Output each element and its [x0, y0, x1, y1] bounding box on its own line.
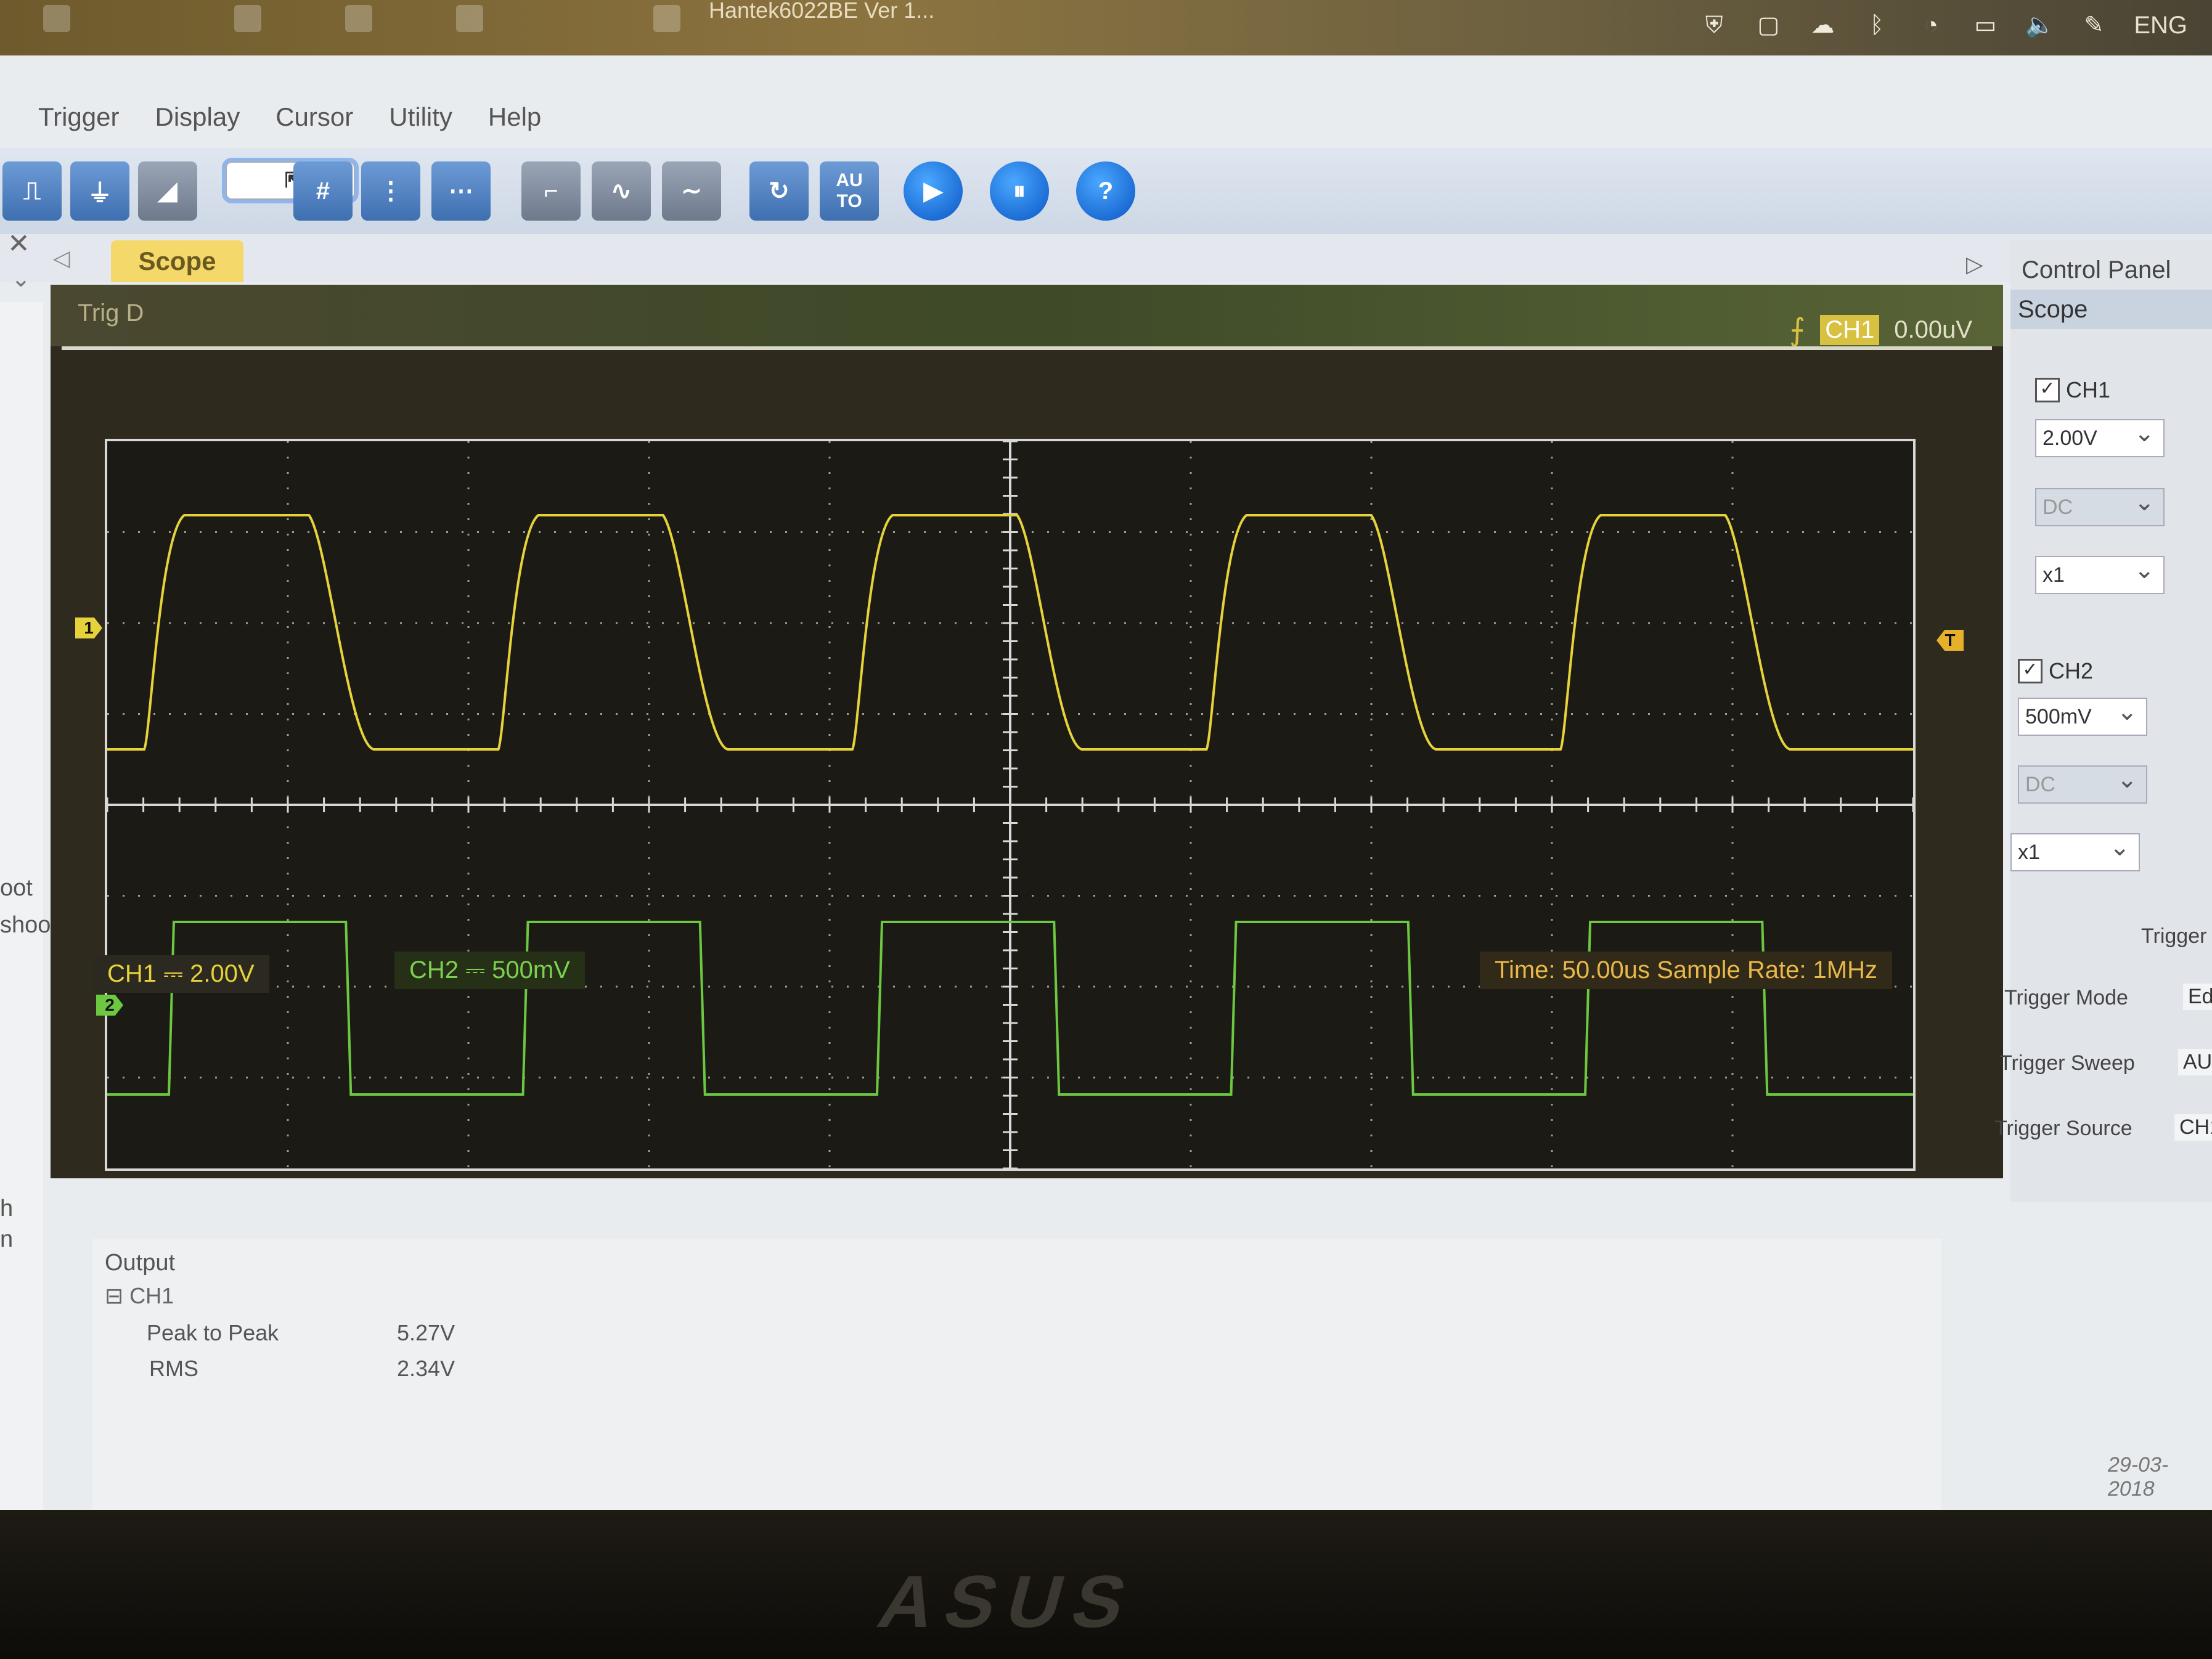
- taskbar-app-icon[interactable]: [345, 5, 372, 32]
- left-panel: oot shoot h n: [0, 302, 57, 1510]
- waveform-canvas: [107, 441, 1913, 1168]
- left-panel-item[interactable]: n: [0, 1226, 13, 1253]
- system-tray: ⛨ ▢ ☁ ᛒ ◔ ▭ 🔈 ✎ ENG: [1700, 11, 2187, 39]
- checkmark-icon: ✓: [2018, 659, 2043, 683]
- ch2-probe-select[interactable]: x1: [2010, 830, 2140, 871]
- output-heading: Output: [105, 1250, 176, 1276]
- output-channel-label: CH1: [129, 1283, 174, 1308]
- menu-display[interactable]: Display: [155, 102, 240, 132]
- cloud-icon[interactable]: ☁: [1808, 11, 1837, 39]
- taskbar-app-icon[interactable]: [234, 5, 261, 32]
- output-panel: Output ⊟ CH1 Peak to Peak 5.27V RMS 2.34…: [92, 1239, 1941, 1535]
- refresh-icon[interactable]: ↻: [749, 161, 809, 221]
- ch1-volts-select[interactable]: 2.00V: [2035, 415, 2165, 457]
- output-channel-node[interactable]: ⊟ CH1: [105, 1283, 174, 1309]
- scope-header: Trig D ⨍ CH1 0.00uV: [51, 285, 2003, 348]
- language-indicator[interactable]: ENG: [2134, 11, 2187, 39]
- tab-scroll-left-icon[interactable]: ◁: [53, 245, 70, 271]
- left-panel-item[interactable]: h: [0, 1196, 13, 1222]
- menu-utility[interactable]: Utility: [389, 102, 452, 132]
- desktop-date: 29-03-2018: [2108, 1453, 2169, 1501]
- trigger-source-label: Trigger Source: [1994, 1117, 2132, 1140]
- app-window: Trigger Display Cursor Utility Help ⎍ ⏚ …: [0, 55, 2212, 1535]
- tab-scroll-right-icon[interactable]: ▷: [1966, 251, 1983, 277]
- chevron-down-icon[interactable]: ⌄: [11, 265, 31, 293]
- menu-help[interactable]: Help: [488, 102, 541, 132]
- trigger-level: 0.00uV: [1894, 316, 1972, 343]
- scope-display: Trig D ⨍ CH1 0.00uV 1 2 T: [51, 285, 2003, 1178]
- sine-wave-icon[interactable]: ∼: [662, 161, 721, 221]
- trigger-sweep-label: Trigger Sweep: [1999, 1051, 2135, 1075]
- trigger-level-marker[interactable]: T: [1937, 630, 1964, 651]
- toolbar: ⎍ ⏚ ◢ ⇱ # ⋮ ⋯ ⌐ ∿ ∼ ↻ AU TO ▶ ⏸ ?: [0, 148, 2212, 234]
- taskbar-app-icon[interactable]: [653, 5, 680, 32]
- scope-status-bar: CH1 ⎓ 2.00V CH2 ⎓ 500mV Time: 50.00us Sa…: [92, 952, 1892, 1000]
- taskbar-active-app-title[interactable]: Hantek6022BE Ver 1...: [709, 0, 934, 22]
- ch1-probe-select[interactable]: x1: [2035, 552, 2165, 594]
- ch1-enable-checkbox[interactable]: ✓ CH1: [2035, 377, 2110, 403]
- measurement-value: 5.27V: [397, 1320, 455, 1345]
- volume-icon[interactable]: 🔈: [2025, 11, 2054, 39]
- tab-bar: [0, 234, 2212, 282]
- asus-logo: ASUS: [870, 1560, 1148, 1643]
- rising-edge-trigger-icon: ⨍: [1789, 312, 1806, 347]
- ch1-coupling-select[interactable]: DC: [2035, 484, 2165, 526]
- ramp-icon[interactable]: ◢: [138, 161, 197, 221]
- ch1-label: CH1: [2066, 377, 2111, 402]
- horizontal-cursor-icon[interactable]: ⋯: [431, 161, 491, 221]
- window-icon[interactable]: ▢: [1754, 11, 1782, 39]
- close-icon[interactable]: ✕: [7, 228, 30, 259]
- checkmark-icon: ✓: [2035, 378, 2060, 402]
- rising-edge-icon[interactable]: ⎍: [2, 161, 62, 221]
- tab-scope[interactable]: Scope: [111, 240, 243, 282]
- vertical-cursor-icon[interactable]: ⋮: [361, 161, 420, 221]
- windows-taskbar: Hantek6022BE Ver 1... ⛨ ▢ ☁ ᛒ ◔ ▭ 🔈 ✎ EN…: [0, 0, 2212, 55]
- taskbar-app-icon[interactable]: [43, 5, 70, 32]
- waveform-grid[interactable]: [105, 439, 1916, 1171]
- measurement-value: 2.34V: [397, 1356, 455, 1381]
- left-panel-item[interactable]: oot: [0, 875, 33, 902]
- trigger-readout: ⨍ CH1 0.00uV: [1789, 312, 1972, 348]
- ch2-volts-select[interactable]: 500mV: [2018, 694, 2147, 736]
- help-button[interactable]: ?: [1076, 161, 1135, 221]
- trigger-sweep-select[interactable]: AU: [2178, 1049, 2212, 1075]
- bluetooth-icon[interactable]: ᛒ: [1863, 11, 1891, 39]
- falling-edge-icon[interactable]: ⏚: [70, 161, 129, 221]
- control-panel: Control Panel Scope ✓ CH1 2.00V DC x1 ✓ …: [1994, 240, 2212, 1202]
- ch2-scale-readout: CH2 ⎓ 500mV: [394, 952, 585, 989]
- ch1-scale-readout: CH1 ⎓ 2.00V: [92, 955, 269, 993]
- menu-cursor[interactable]: Cursor: [275, 102, 353, 132]
- measurement-label: RMS: [149, 1356, 198, 1381]
- menu-bar: Trigger Display Cursor Utility Help: [0, 92, 2212, 142]
- measurement-label: Peak to Peak: [147, 1320, 279, 1345]
- auto-button[interactable]: AU TO: [820, 161, 879, 221]
- ch2-label: CH2: [2049, 658, 2094, 683]
- control-panel-title: Control Panel: [2022, 256, 2171, 283]
- left-panel-item[interactable]: shoot: [0, 912, 57, 939]
- wifi-icon[interactable]: ◔: [1917, 11, 1945, 39]
- battery-icon[interactable]: ▭: [1971, 11, 1999, 39]
- trigger-heading: Trigger: [2141, 924, 2207, 948]
- header-divider: [62, 346, 1992, 350]
- trigger-status: Trig D: [78, 300, 144, 327]
- shield-icon[interactable]: ⛨: [1700, 11, 1728, 39]
- step-wave-icon[interactable]: ⌐: [521, 161, 581, 221]
- pause-icon[interactable]: ⏸: [990, 161, 1049, 221]
- control-panel-section[interactable]: Scope: [2010, 290, 2212, 329]
- ch1-offset-marker[interactable]: 1: [75, 618, 102, 638]
- taskbar-app-icon[interactable]: [456, 5, 483, 32]
- triangle-wave-icon[interactable]: ∿: [592, 161, 651, 221]
- ch2-enable-checkbox[interactable]: ✓ CH2: [2018, 658, 2093, 684]
- pen-icon[interactable]: ✎: [2079, 11, 2108, 39]
- trigger-source-select[interactable]: CH1: [2174, 1114, 2212, 1141]
- play-icon[interactable]: ▶: [904, 161, 963, 221]
- trigger-mode-label: Trigger Mode: [2004, 986, 2128, 1009]
- menu-trigger[interactable]: Trigger: [38, 102, 119, 132]
- trigger-mode-select[interactable]: Ed: [2183, 984, 2212, 1010]
- grid-icon[interactable]: #: [293, 161, 353, 221]
- ch2-coupling-select[interactable]: DC: [2018, 762, 2147, 804]
- trigger-channel: CH1: [1820, 314, 1880, 345]
- timebase-readout: Time: 50.00us Sample Rate: 1MHz: [1480, 952, 1892, 989]
